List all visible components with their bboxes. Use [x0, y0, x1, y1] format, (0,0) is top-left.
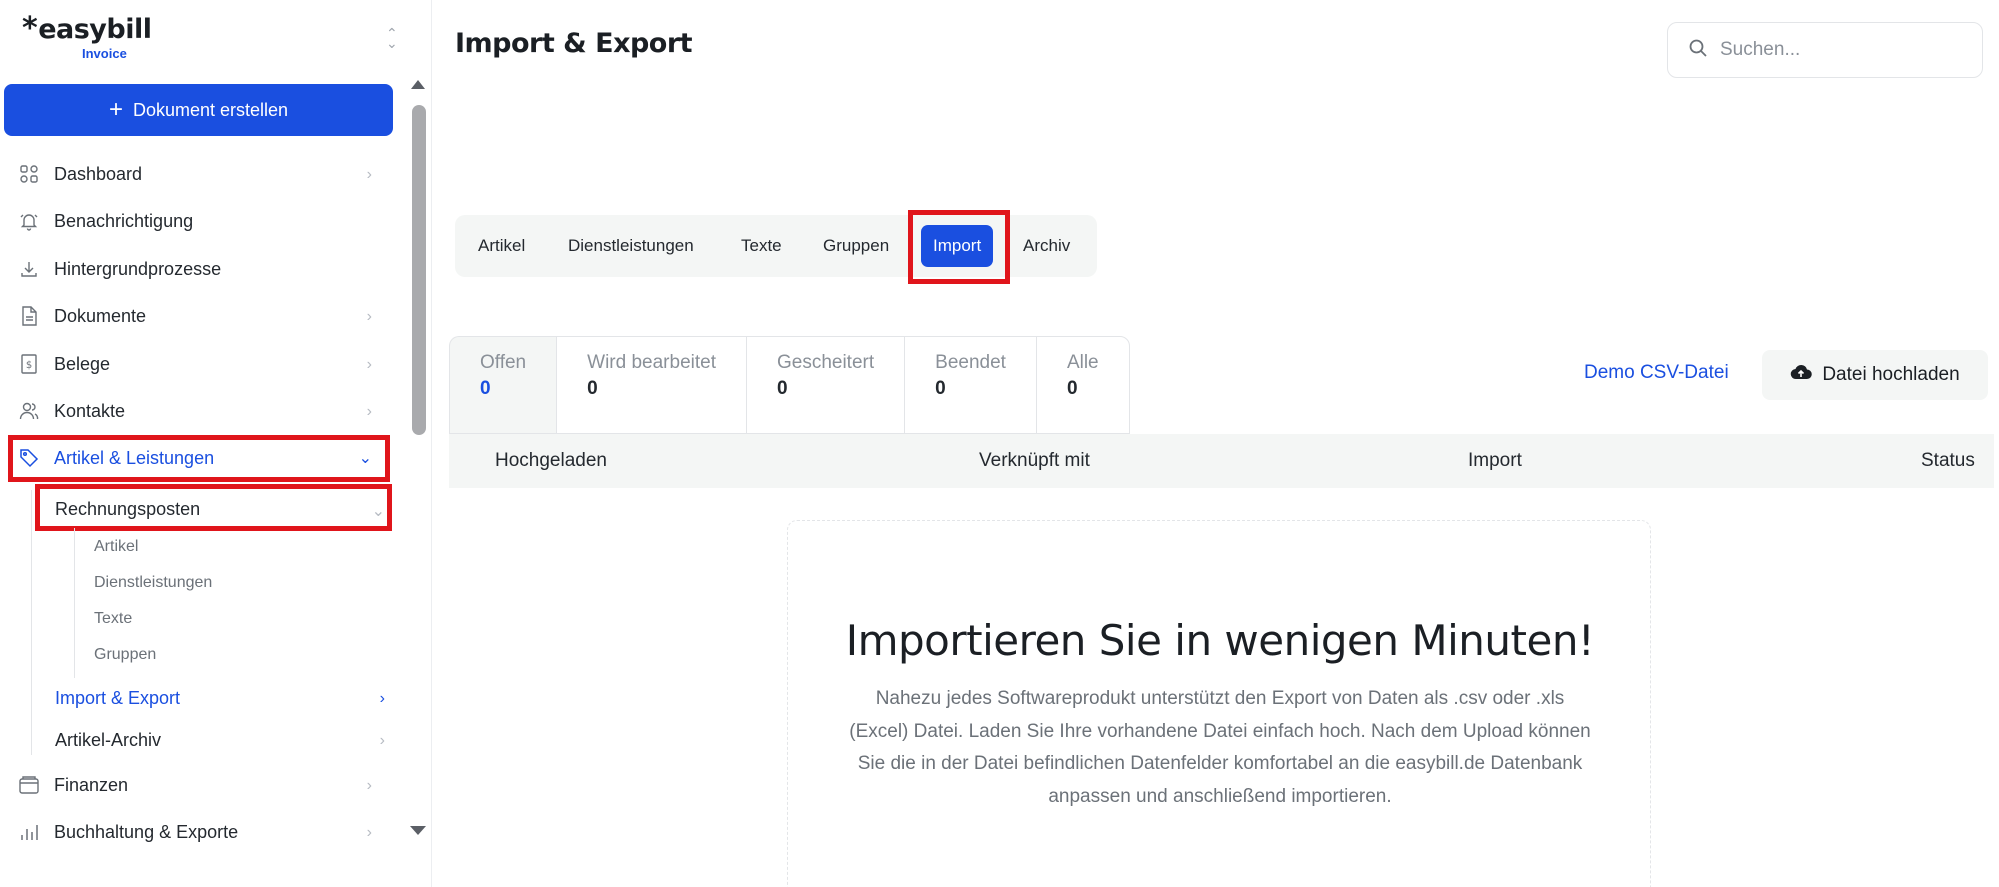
chevron-right-icon: ›	[366, 403, 372, 420]
chevron-right-icon: ›	[366, 308, 372, 325]
search-input[interactable]	[1720, 39, 1950, 61]
sidebar-subsubitem-dienstleistungen[interactable]: Dienstleistungen	[94, 574, 212, 592]
upload-file-button[interactable]: Datei hochladen	[1762, 350, 1988, 400]
status-count: 0	[480, 378, 491, 399]
sidebar-subitem-label: Artikel-Archiv	[55, 729, 162, 750]
document-icon	[18, 305, 40, 327]
status-tab-beendet[interactable]: Beendet 0	[904, 336, 1036, 434]
sidebar-item-documents[interactable]: Dokumente ›	[18, 298, 372, 334]
status-tab-wird-bearbeitet[interactable]: Wird bearbeitet 0	[556, 336, 746, 434]
status-tab-gescheitert[interactable]: Gescheitert 0	[745, 336, 905, 434]
chevron-right-icon: ›	[366, 166, 372, 183]
plus-icon: +	[108, 96, 123, 123]
sidebar-item-label: Hintergrundprozesse	[54, 258, 222, 279]
chevron-right-icon: ›	[366, 824, 372, 841]
download-icon	[18, 258, 40, 280]
chevron-right-icon: ›	[366, 356, 372, 373]
upload-file-label: Datei hochladen	[1822, 364, 1960, 385]
sidebar-item-dashboard[interactable]: Dashboard ›	[18, 156, 372, 192]
sidebar-subitem-artikel-archiv[interactable]: Artikel-Archiv ›	[55, 724, 385, 756]
sidebar-subitem-label: Import & Export	[55, 687, 181, 708]
bell-icon	[18, 210, 40, 232]
search-box[interactable]	[1667, 22, 1983, 78]
table-header: Hochgeladen Verknüpft mit Import Status	[449, 434, 1994, 488]
tab-artikel[interactable]: Artikel	[478, 215, 525, 277]
tab-texte[interactable]: Texte	[741, 215, 782, 277]
status-tab-alle[interactable]: Alle 0	[1035, 336, 1130, 434]
chevron-right-icon: ›	[366, 777, 372, 794]
sidebar-subsubitem-texte[interactable]: Texte	[94, 610, 132, 628]
sidebar-subitem-import-export[interactable]: Import & Export ›	[55, 682, 385, 714]
tab-archiv[interactable]: Archiv	[1023, 215, 1070, 277]
chart-icon	[18, 821, 40, 843]
status-count: 0	[776, 378, 788, 399]
sidebar-scrollbar-thumb[interactable]	[412, 105, 426, 435]
scroll-down-arrow[interactable]	[410, 826, 426, 835]
status-tabs: Offen 0 Wird bearbeitet 0 Gescheitert 0 …	[449, 336, 1130, 434]
wallet-icon	[18, 774, 40, 796]
chevron-right-icon: ›	[379, 690, 385, 707]
empty-state-text: Nahezu jedes Softwareprodukt unterstützt…	[849, 688, 1591, 807]
svg-text:$: $	[26, 360, 32, 371]
tab-gruppen[interactable]: Gruppen	[823, 215, 889, 277]
switch-app-icon[interactable]: ⌃ ⌄	[386, 26, 398, 50]
status-count: 0	[1066, 378, 1078, 399]
sidebar-item-receipts[interactable]: $ Belege ›	[18, 346, 372, 382]
tab-dienstleistungen[interactable]: Dienstleistungen	[568, 215, 694, 277]
sidebar: *easybill Invoice ⌃ ⌄ + Dokument erstelle…	[0, 0, 432, 887]
tree-guide-line	[31, 490, 32, 755]
sidebar-item-label: Dokumente	[54, 305, 147, 326]
brand-name: easybill	[38, 14, 152, 45]
search-icon	[1688, 38, 1708, 63]
empty-state-card: Importieren Sie in wenigen Minuten! Nahe…	[787, 520, 1651, 887]
column-header[interactable]: Verknüpft mit	[979, 450, 1090, 472]
sidebar-item-label: Belege	[54, 353, 111, 374]
sidebar-item-accounting-exports[interactable]: Buchhaltung & Exporte ›	[18, 814, 372, 850]
create-document-label: Dokument erstellen	[132, 99, 289, 120]
sidebar-subsubitem-gruppen[interactable]: Gruppen	[94, 646, 156, 664]
highlight-box	[35, 484, 392, 531]
status-count: 0	[935, 378, 946, 399]
column-header[interactable]: Import	[1468, 450, 1522, 472]
status-tab-offen[interactable]: Offen 0	[449, 336, 557, 434]
receipt-icon: $	[18, 353, 40, 375]
sidebar-subsubitem-artikel[interactable]: Artikel	[94, 538, 138, 556]
tree-guide-line	[74, 528, 75, 678]
sidebar-item-contacts[interactable]: Kontakte ›	[18, 393, 372, 429]
star-icon: *	[22, 11, 38, 46]
column-header[interactable]: Hochgeladen	[495, 450, 607, 472]
sidebar-item-background-processes[interactable]: Hintergrundprozesse	[18, 251, 372, 287]
status-count: 0	[587, 378, 598, 399]
sidebar-item-finances[interactable]: Finanzen ›	[18, 767, 372, 803]
sidebar-item-notifications[interactable]: Benachrichtigung	[18, 203, 372, 239]
sidebar-item-label: Kontakte	[54, 400, 126, 421]
column-header[interactable]: Status	[1921, 450, 1975, 472]
sidebar-item-label: Dashboard	[54, 163, 143, 184]
scroll-up-arrow[interactable]	[411, 80, 425, 89]
page-title: Import & Export	[455, 28, 693, 59]
empty-state-title: Importieren Sie in wenigen Minuten!	[845, 616, 1595, 665]
demo-csv-link[interactable]: Demo CSV-Datei	[1584, 362, 1729, 384]
chevron-right-icon: ›	[379, 732, 385, 749]
highlight-box	[8, 435, 390, 482]
cloud-upload-icon	[1790, 364, 1813, 386]
brand-logo[interactable]: *easybill Invoice	[22, 11, 152, 62]
brand-subtitle: Invoice	[82, 46, 127, 61]
create-document-button[interactable]: + Dokument erstellen	[4, 84, 393, 136]
sidebar-item-label: Finanzen	[54, 774, 129, 795]
sidebar-item-label: Buchhaltung & Exporte	[54, 821, 239, 842]
highlight-box	[908, 210, 1010, 284]
sidebar-item-label: Benachrichtigung	[54, 210, 194, 231]
dashboard-icon	[18, 163, 40, 185]
contacts-icon	[18, 400, 40, 422]
